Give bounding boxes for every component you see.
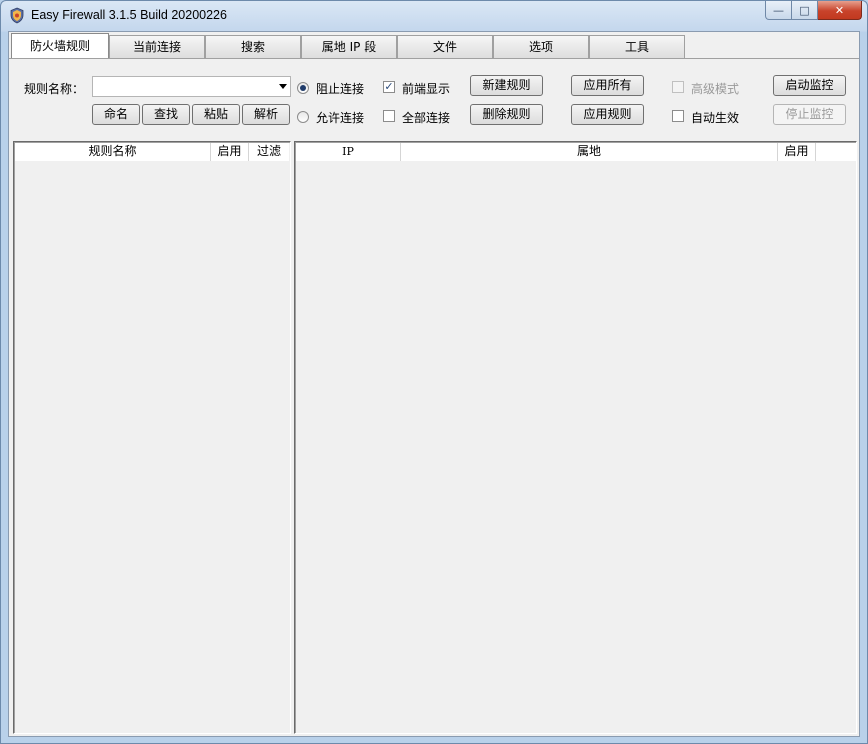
rules-col-filter[interactable]: 过滤 <box>249 143 289 161</box>
chevron-down-icon[interactable] <box>279 84 287 89</box>
title-bar[interactable]: Easy Firewall 3.1.5 Build 20200226 — □ ✕ <box>1 1 867 31</box>
minimize-icon: — <box>773 3 784 17</box>
app-window: Easy Firewall 3.1.5 Build 20200226 — □ ✕… <box>0 0 868 744</box>
firewall-shield-icon <box>10 7 24 24</box>
window-controls: — □ ✕ <box>765 1 862 21</box>
ip-col-spacer <box>816 143 856 161</box>
advanced-mode-label: 高级模式 <box>691 82 740 96</box>
ip-col-ip[interactable]: IP <box>296 143 401 161</box>
auto-effect-checkbox[interactable] <box>672 110 684 122</box>
tab-region-ip[interactable]: 属地 IP 段 <box>301 35 397 59</box>
ip-list[interactable]: IP 属地 启用 <box>294 141 857 734</box>
new-rule-button[interactable]: 新建规则 <box>470 75 543 96</box>
tab-options[interactable]: 选项 <box>493 35 589 59</box>
rules-col-name[interactable]: 规则名称 <box>15 143 211 161</box>
rules-list-header: 规则名称 启用 过滤 <box>15 143 289 161</box>
firewall-rules-panel: 规则名称： 命名 查找 粘贴 解析 阻止连接 允许连接 ✓ 前端显示 全部连接 … <box>9 58 859 736</box>
front-display-checkbox[interactable]: ✓ <box>383 81 395 93</box>
radio-dot <box>300 85 306 91</box>
rule-name-combobox[interactable] <box>92 76 291 97</box>
tab-current-connections[interactable]: 当前连接 <box>109 35 205 59</box>
close-button[interactable]: ✕ <box>818 1 862 20</box>
maximize-button[interactable]: □ <box>792 1 818 20</box>
ip-col-region[interactable]: 属地 <box>401 143 778 161</box>
rule-name-label: 规则名称： <box>24 82 85 96</box>
all-connections-label: 全部连接 <box>402 111 451 125</box>
block-label: 阻止连接 <box>316 82 365 96</box>
tab-file[interactable]: 文件 <box>397 35 493 59</box>
apply-rule-button[interactable]: 应用规则 <box>571 104 644 125</box>
front-display-label: 前端显示 <box>402 82 451 96</box>
allow-label: 允许连接 <box>316 111 365 125</box>
window-title: Easy Firewall 3.1.5 Build 20200226 <box>31 8 227 22</box>
tab-firewall-rules[interactable]: 防火墙规则 <box>11 33 109 60</box>
ip-list-header: IP 属地 启用 <box>296 143 856 161</box>
all-connections-checkbox[interactable] <box>383 110 395 122</box>
rules-list[interactable]: 规则名称 启用 过滤 <box>13 141 291 734</box>
rename-button[interactable]: 命名 <box>92 104 140 125</box>
client-area: 防火墙规则 当前连接 搜索 属地 IP 段 文件 选项 工具 规则名称： 命名 … <box>8 31 860 737</box>
close-icon: ✕ <box>834 3 845 17</box>
tab-bar: 防火墙规则 当前连接 搜索 属地 IP 段 文件 选项 工具 <box>11 33 685 60</box>
maximize-icon: □ <box>799 3 810 17</box>
advanced-mode-checkbox[interactable] <box>672 81 684 93</box>
minimize-button[interactable]: — <box>765 1 792 20</box>
allow-radio[interactable] <box>297 111 309 123</box>
auto-effect-label: 自动生效 <box>691 111 740 125</box>
rules-col-enabled[interactable]: 启用 <box>211 143 249 161</box>
checkmark-icon: ✓ <box>384 80 394 93</box>
parse-button[interactable]: 解析 <box>242 104 290 125</box>
ip-col-enabled[interactable]: 启用 <box>778 143 816 161</box>
tab-tools[interactable]: 工具 <box>589 35 685 59</box>
tab-search[interactable]: 搜索 <box>205 35 301 59</box>
find-button[interactable]: 查找 <box>142 104 190 125</box>
delete-rule-button[interactable]: 删除规则 <box>470 104 543 125</box>
stop-monitor-button[interactable]: 停止监控 <box>773 104 846 125</box>
start-monitor-button[interactable]: 启动监控 <box>773 75 846 96</box>
block-radio[interactable] <box>297 82 309 94</box>
apply-all-button[interactable]: 应用所有 <box>571 75 644 96</box>
paste-button[interactable]: 粘贴 <box>192 104 240 125</box>
